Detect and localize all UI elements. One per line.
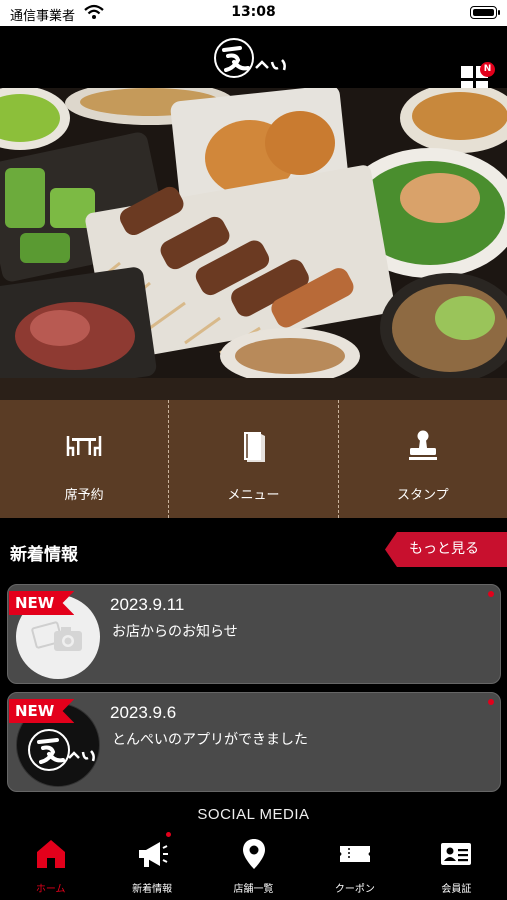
- stamp-button[interactable]: スタンプ: [337, 400, 507, 518]
- megaphone-icon: [139, 842, 169, 867]
- menu-book-icon: [244, 432, 266, 462]
- table-reservation-icon: [66, 436, 102, 456]
- news-card[interactable]: NEW 2023.9.11 お店からのお知らせ: [7, 584, 501, 684]
- menu-label: メニュー: [227, 488, 280, 503]
- status-time: 13:08: [231, 4, 276, 20]
- see-more-button[interactable]: もっと見る: [385, 532, 507, 567]
- status-bar: 通信事業者 13:08: [0, 0, 507, 26]
- tab-label: 店舗一覧: [233, 884, 274, 895]
- tab-member-card[interactable]: 会員証: [406, 830, 507, 900]
- stamp-icon: [408, 430, 437, 460]
- tab-stores[interactable]: 店舗一覧: [203, 830, 304, 900]
- app-header: N: [0, 26, 507, 93]
- hero-divider: [0, 378, 507, 400]
- map-pin-icon: [242, 839, 265, 869]
- news-headline: お店からのお知らせ: [112, 624, 238, 640]
- stamp-label: スタンプ: [397, 488, 449, 503]
- tab-label: クーポン: [334, 884, 375, 895]
- hero-food-image: [0, 88, 507, 378]
- battery-icon: [470, 6, 500, 19]
- store-logo[interactable]: [212, 34, 296, 82]
- unread-dot: [488, 591, 494, 597]
- unread-dot: [488, 699, 494, 705]
- quick-actions: 席予約 メニュー スタンプ: [0, 400, 507, 518]
- grid-square: [461, 66, 473, 78]
- member-card-icon: [441, 843, 472, 865]
- tab-label: 新着情報: [132, 884, 173, 895]
- tab-label: 会員証: [441, 884, 472, 895]
- reservation-label: 席予約: [64, 488, 104, 503]
- tab-home[interactable]: ホーム: [0, 830, 101, 900]
- tab-news[interactable]: 新着情報: [101, 830, 202, 900]
- tab-label: ホーム: [35, 884, 66, 895]
- news-card[interactable]: NEW 2023.9.6 とんぺいのアプリができました: [7, 692, 501, 792]
- tab-coupon[interactable]: クーポン: [304, 830, 405, 900]
- menu-new-badge: N: [480, 62, 495, 77]
- news-headline: とんぺいのアプリができました: [112, 732, 308, 748]
- tab-bar: ホーム 新着情報 店舗一覧 クーポン 会員証: [0, 830, 507, 900]
- coupon-icon: [339, 846, 370, 862]
- news-section-title: 新着情報: [10, 545, 78, 565]
- news-date: 2023.9.6: [110, 703, 177, 722]
- notification-dot: [166, 832, 172, 837]
- social-media-title: SOCIAL MEDIA: [197, 806, 310, 823]
- hero-illustration: [0, 88, 507, 378]
- news-date: 2023.9.11: [110, 595, 185, 614]
- reservation-button[interactable]: 席予約: [0, 400, 168, 518]
- home-icon: [36, 840, 65, 868]
- menu-button[interactable]: メニュー: [168, 400, 337, 518]
